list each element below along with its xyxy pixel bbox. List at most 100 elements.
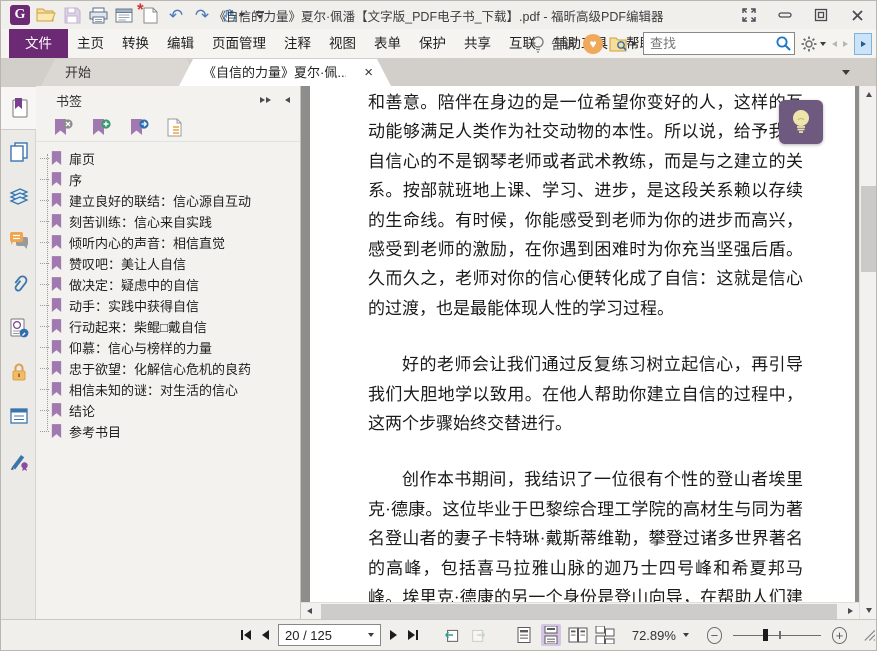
foxit-logo-icon: G [7,3,33,27]
bookmark-item[interactable]: 相信未知的谜：对生活的信心 [36,379,300,400]
tab-list-dropdown[interactable] [842,70,850,75]
zoom-out-button[interactable]: − [706,626,723,644]
facing-view-button[interactable] [568,624,588,646]
history-back-icon[interactable] [832,40,837,47]
bookmark-item[interactable]: 做决定：疑虑中的自信 [36,274,300,295]
continuous-view-button[interactable] [540,624,561,646]
menu-home[interactable]: 主页 [68,29,113,58]
bookmark-item[interactable]: 忠于欲望：化解信心危机的良药 [36,358,300,379]
menu-comment[interactable]: 注释 [275,29,320,58]
open-file-button[interactable] [33,3,59,27]
history-forward-icon[interactable] [843,40,848,47]
menu-page-management[interactable]: 页面管理 [203,29,275,58]
goto-bookmark-icon[interactable] [128,118,150,137]
panel-signatures-button[interactable] [1,438,36,482]
find-input[interactable] [643,32,795,55]
first-page-button[interactable] [239,628,253,642]
page-combo-caret[interactable] [368,633,375,637]
menu-protect[interactable]: 保护 [410,29,455,58]
zoom-in-button[interactable]: + [831,626,848,644]
restore-button[interactable] [806,3,836,27]
resize-grip-icon[interactable] [863,628,876,642]
previous-page-button[interactable] [260,628,271,642]
single-page-view-button[interactable] [514,624,534,646]
panel-comments-button[interactable] [1,218,36,262]
scroll-left-icon[interactable] [301,603,318,620]
bookmark-item[interactable]: 倾听内心的声音：相信直觉 [36,232,300,253]
panel-destinations-button[interactable] [1,394,36,438]
expand-panel-icon[interactable] [260,97,271,103]
expand-bookmarks-icon[interactable] [166,118,184,137]
lightbulb-icon [532,35,544,53]
bookmark-item[interactable]: 刻苦训练：信心来自实践 [36,211,300,232]
menu-form[interactable]: 表单 [365,29,410,58]
save-button[interactable] [59,3,85,27]
scroll-down-icon[interactable] [860,602,877,619]
bookmark-label: 序 [69,173,83,188]
menu-file[interactable]: 文件 [9,29,68,58]
zoom-percentage[interactable]: 72.89% [632,628,676,643]
zoom-slider[interactable] [733,627,821,643]
collapse-panel-icon[interactable] [285,97,290,103]
page-number-value[interactable]: 20 / 125 [285,628,364,643]
ai-assistant-button[interactable] [779,100,823,144]
menu-edit[interactable]: 编辑 [158,29,203,58]
page-number-combo[interactable]: 20 / 125 [278,624,382,646]
horizontal-scrollbar[interactable] [301,602,859,619]
add-bookmark-icon[interactable] [90,118,112,137]
bookmark-item[interactable]: 参考书目 [36,421,300,442]
minimize-button[interactable] [770,3,800,27]
bookmark-item[interactable]: 结论 [36,400,300,421]
single-page-icon [517,627,531,643]
tell-me-label[interactable]: 告诉 [551,34,581,53]
menu-convert[interactable]: 转换 [113,29,158,58]
bookmark-label: 忠于欲望：化解信心危机的良药 [69,362,252,377]
bookmark-item[interactable]: 建立良好的联结：信心源自互动 [36,190,300,211]
panel-pages-button[interactable] [1,130,36,174]
horizontal-scroll-thumb[interactable] [321,603,837,619]
paragraph: 好的老师会让我们通过反复练习树立起信心，再引导我们大胆地学以致用。在他人帮助你建… [368,355,803,434]
heart-icon[interactable]: ♥ [583,33,603,54]
tab-start[interactable]: 开始 [41,59,201,86]
last-page-button[interactable] [406,628,420,642]
bookmark-item[interactable]: 赞叹吧：美让人自信 [36,253,300,274]
next-view-button[interactable] [469,626,487,644]
bookmark-icon [51,277,62,291]
tab-document-active[interactable]: 《自信的力量》夏尔·佩... × [179,59,391,86]
horizontal-scroll-track[interactable] [318,603,842,620]
close-button[interactable] [842,3,872,27]
menu-share[interactable]: 共享 [455,29,500,58]
print-button[interactable] [85,3,111,27]
panel-layers-button[interactable] [1,174,36,218]
scroll-up-icon[interactable] [860,86,877,103]
bookmark-item[interactable]: 序 [36,169,300,190]
delete-bookmark-icon[interactable] [52,118,74,137]
search-icon[interactable] [775,35,792,52]
tab-close-icon[interactable]: × [364,65,373,80]
panel-bookmarks-button[interactable] [1,86,36,130]
zoom-dropdown-caret[interactable] [682,633,689,637]
bookmark-item[interactable]: 仰慕：信心与榜样的力量 [36,337,300,358]
panel-attachments-button[interactable] [1,262,36,306]
window-title: 《自信的力量》夏尔·佩潘【文字版_PDF电子书_下载】.pdf - 福昕高级PD… [213,9,664,24]
settings-button[interactable] [801,36,826,52]
vertical-scrollbar[interactable] [859,86,876,619]
scroll-right-icon[interactable] [842,603,859,620]
bookmark-item[interactable]: 扉页 [36,148,300,169]
panel-fields-button[interactable] [1,306,36,350]
signature-pen-icon [10,455,28,471]
continuous-page-icon [544,626,558,644]
bookmark-item[interactable]: 行动起来：柴鲲□戴自信 [36,316,300,337]
vertical-scroll-thumb[interactable] [861,186,876,272]
panel-security-button[interactable] [1,350,36,394]
toggle-panels-icon[interactable] [734,3,764,27]
next-page-button[interactable] [388,628,399,642]
bookmark-item[interactable]: 动手：实践中获得自信 [36,295,300,316]
search-folder-button[interactable] [609,36,637,52]
previous-view-button[interactable] [443,626,461,644]
menu-view[interactable]: 视图 [320,29,365,58]
zoom-slider-handle[interactable] [763,629,769,641]
facing-continuous-view-button[interactable] [595,624,615,646]
ribbon-more-button[interactable] [854,32,872,55]
bookmark-label: 刻苦训练：信心来自实践 [69,215,213,230]
